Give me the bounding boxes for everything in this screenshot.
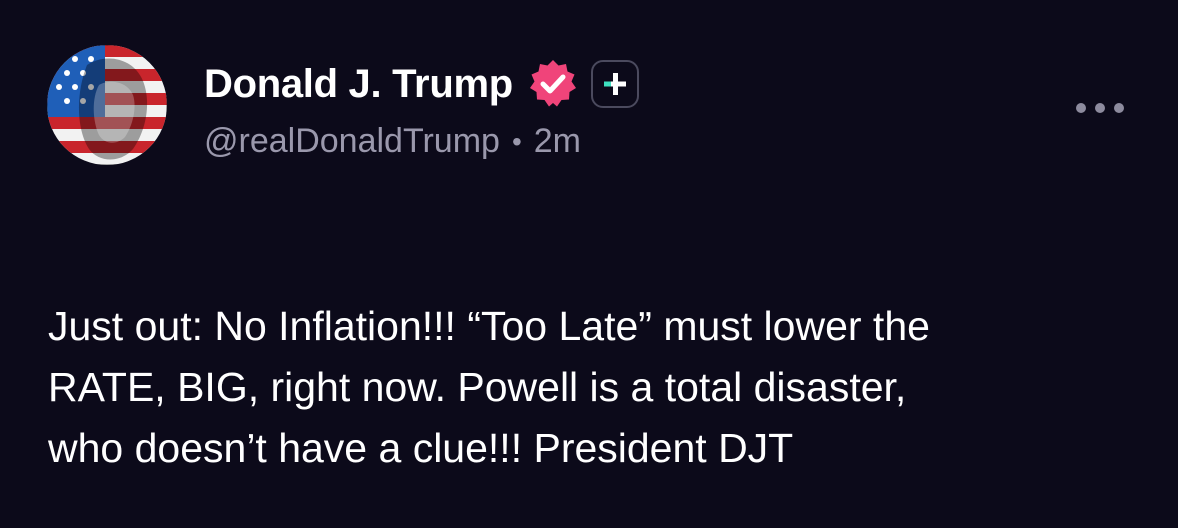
post-body-line: RATE, BIG, right now. Powell is a total … (48, 364, 907, 410)
avatar-image (47, 45, 167, 165)
name-row: Donald J. Trump (204, 58, 639, 110)
post-body-line: who doesn’t have a clue!!! President DJT (48, 425, 794, 471)
more-dot (1114, 103, 1124, 113)
author-handle[interactable]: @realDonaldTrump (204, 122, 500, 161)
more-dot (1076, 103, 1086, 113)
meta-row: @realDonaldTrump • 2m (204, 122, 639, 161)
follow-button[interactable] (590, 60, 639, 108)
post-card: Donald J. Trump @realDonaldTrump • 2m Ju… (0, 0, 1178, 528)
verified-badge-icon (529, 60, 576, 107)
author-name[interactable]: Donald J. Trump (204, 62, 513, 107)
more-dot (1095, 103, 1105, 113)
avatar[interactable] (47, 45, 167, 165)
post-header: Donald J. Trump @realDonaldTrump • 2m (204, 58, 639, 161)
meta-separator: • (511, 125, 522, 157)
post-body-line: Just out: No Inflation!!! “Too Late” mus… (48, 303, 930, 349)
post-timestamp[interactable]: 2m (534, 122, 581, 161)
plus-icon (603, 73, 626, 95)
more-options-icon[interactable] (1076, 98, 1124, 118)
post-body: Just out: No Inflation!!! “Too Late” mus… (48, 296, 1138, 479)
